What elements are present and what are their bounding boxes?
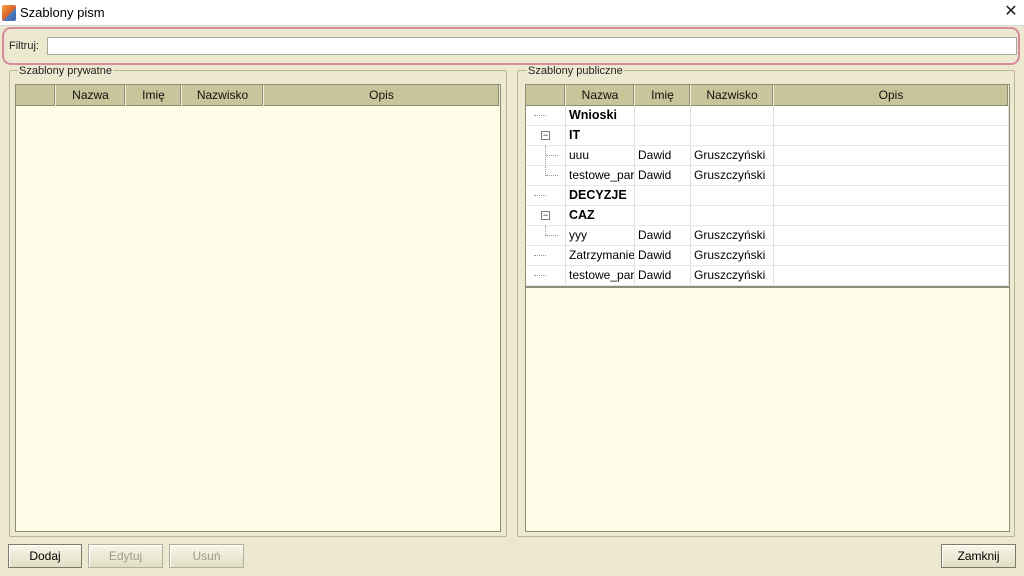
cell-first-name: Dawid <box>635 226 691 245</box>
table-row[interactable]: Wnioski <box>526 106 1009 126</box>
table-row[interactable]: − IT <box>526 126 1009 146</box>
cell-first-name <box>635 126 691 145</box>
cell-last-name: Gruszczyński <box>691 146 774 165</box>
private-col-description[interactable]: Opis <box>264 85 500 106</box>
cell-last-name: Gruszczyński <box>691 266 774 285</box>
cell-name: CAZ <box>566 206 635 225</box>
cell-last-name: Gruszczyński <box>691 226 774 245</box>
private-col-last-name[interactable]: Nazwisko <box>182 85 264 106</box>
cell-description <box>774 146 1009 165</box>
cell-description <box>774 186 1009 205</box>
title-bar: Szablony pism ✕ <box>0 0 1024 26</box>
private-templates-legend: Szablony prywatne <box>18 65 113 77</box>
cell-last-name <box>691 126 774 145</box>
public-col-tree[interactable] <box>526 85 566 106</box>
private-templates-group: Szablony prywatne Nazwa Imię Nazwisko Op… <box>9 65 507 537</box>
tree-connector <box>526 186 566 205</box>
tree-connector <box>526 146 566 165</box>
cell-last-name: Gruszczyński <box>691 246 774 265</box>
public-col-last-name[interactable]: Nazwisko <box>691 85 774 106</box>
cell-description <box>774 126 1009 145</box>
cell-first-name: Dawid <box>635 166 691 185</box>
table-row[interactable]: testowe_para Dawid Gruszczyński <box>526 266 1009 286</box>
cell-first-name <box>635 106 691 125</box>
public-col-description[interactable]: Opis <box>774 85 1009 106</box>
cell-name: Wnioski <box>566 106 635 125</box>
public-templates-legend: Szablony publiczne <box>527 65 624 77</box>
cell-last-name: Gruszczyński <box>691 166 774 185</box>
cell-first-name: Dawid <box>635 146 691 165</box>
cell-last-name <box>691 206 774 225</box>
table-row[interactable]: Zatrzymanie Dawid Gruszczyński <box>526 246 1009 266</box>
edit-button[interactable]: Edytuj <box>88 544 163 568</box>
cell-name: IT <box>566 126 635 145</box>
private-col-name[interactable]: Nazwa <box>56 85 126 106</box>
cell-last-name <box>691 106 774 125</box>
cell-description <box>774 206 1009 225</box>
tree-connector: − <box>526 206 566 225</box>
cell-first-name: Dawid <box>635 266 691 285</box>
tree-connector <box>526 226 566 245</box>
cell-name: uuu <box>566 146 635 165</box>
cell-first-name: Dawid <box>635 246 691 265</box>
add-button[interactable]: Dodaj <box>8 544 82 568</box>
tree-connector <box>526 166 566 185</box>
public-templates-grid[interactable]: Nazwa Imię Nazwisko Opis Wnioski − IT uuu Da… <box>525 84 1010 532</box>
close-icon[interactable]: ✕ <box>1002 2 1020 22</box>
table-row[interactable]: uuu Dawid Gruszczyński <box>526 146 1009 166</box>
private-col-indicator[interactable] <box>16 85 56 106</box>
filter-input[interactable] <box>47 37 1017 55</box>
private-templates-grid[interactable]: Nazwa Imię Nazwisko Opis <box>15 84 501 532</box>
cell-first-name <box>635 206 691 225</box>
public-col-name[interactable]: Nazwa <box>566 85 635 106</box>
private-col-first-name[interactable]: Imię <box>126 85 182 106</box>
cell-description <box>774 166 1009 185</box>
collapse-minus-icon[interactable]: − <box>541 211 550 220</box>
cell-name: yyy <box>566 226 635 245</box>
filter-label: Filtruj: <box>9 40 39 52</box>
cell-first-name <box>635 186 691 205</box>
public-col-first-name[interactable]: Imię <box>635 85 691 106</box>
table-row[interactable]: DECYZJE <box>526 186 1009 206</box>
cell-name: DECYZJE <box>566 186 635 205</box>
window-title: Szablony pism <box>20 5 105 20</box>
cell-last-name <box>691 186 774 205</box>
cell-description <box>774 106 1009 125</box>
cell-name: testowe_para <box>566 166 635 185</box>
cell-description <box>774 226 1009 245</box>
close-button[interactable]: Zamknij <box>941 544 1016 568</box>
cell-description <box>774 246 1009 265</box>
public-rows: Wnioski − IT uuu Dawid Gruszczyński testowe_pa… <box>526 106 1009 288</box>
table-row[interactable]: yyy Dawid Gruszczyński <box>526 226 1009 246</box>
table-row[interactable]: − CAZ <box>526 206 1009 226</box>
private-grid-header: Nazwa Imię Nazwisko Opis <box>16 85 500 106</box>
tree-connector: − <box>526 126 566 145</box>
collapse-minus-icon[interactable]: − <box>541 131 550 140</box>
table-row[interactable]: testowe_para Dawid Gruszczyński <box>526 166 1009 186</box>
tree-connector <box>526 246 566 265</box>
public-templates-group: Szablony publiczne Nazwa Imię Nazwisko O… <box>517 65 1015 537</box>
delete-button[interactable]: Usuń <box>169 544 244 568</box>
tree-connector <box>526 266 566 285</box>
tree-connector <box>526 106 566 125</box>
cell-description <box>774 266 1009 285</box>
public-grid-header: Nazwa Imię Nazwisko Opis <box>526 85 1009 106</box>
app-logo-icon <box>2 5 16 21</box>
cell-name: Zatrzymanie <box>566 246 635 265</box>
filter-bar: Filtruj: <box>2 27 1020 65</box>
cell-name: testowe_para <box>566 266 635 285</box>
